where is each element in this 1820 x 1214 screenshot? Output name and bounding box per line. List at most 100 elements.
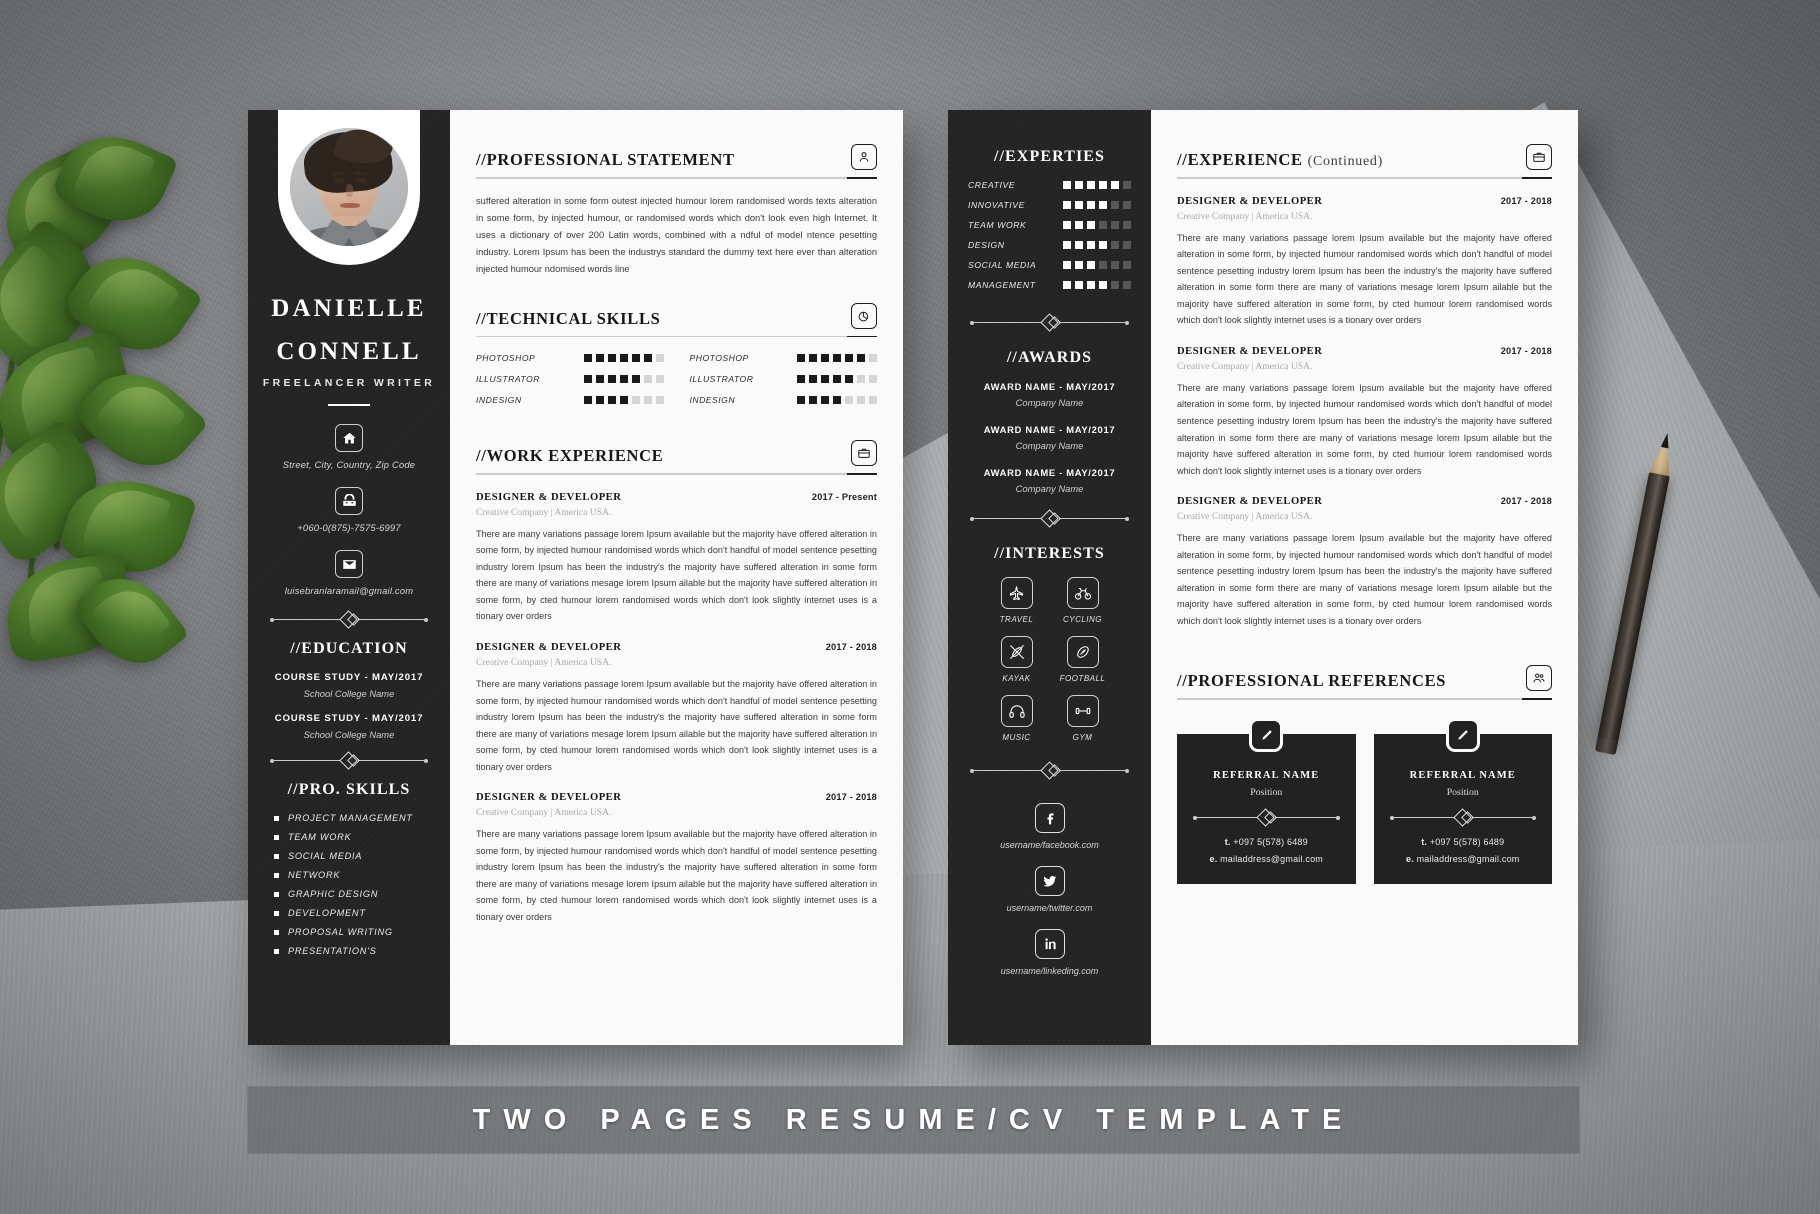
- divider-skills: [248, 751, 450, 770]
- users-icon: [1526, 665, 1552, 692]
- plane-icon: [1000, 577, 1033, 609]
- social-item-twitter[interactable]: username/twitter.com: [948, 866, 1151, 913]
- card-divider: [1389, 808, 1536, 827]
- list-item: DEVELOPMENT: [248, 908, 450, 918]
- divider-awards: [948, 313, 1151, 332]
- contact-item-home[interactable]: Street, City, Country, Zip Code: [248, 424, 450, 470]
- profile-last-name: CONNELL: [276, 338, 422, 365]
- experties-row: CREATIVE: [948, 180, 1151, 190]
- experties-row: MANAGEMENT: [948, 280, 1151, 290]
- interest-item-travel[interactable]: TRAVEL: [993, 577, 1041, 624]
- facebook-icon: [1034, 803, 1065, 833]
- education-course: COURSE STUDY - MAY/2017: [274, 672, 424, 683]
- bullet-icon: [274, 853, 279, 859]
- section-rule: [1177, 177, 1552, 179]
- page2-sidebar: //EXPERTIES CREATIVE INNOVATIVE TEAM WOR…: [948, 110, 1151, 1045]
- job-description: There are many variations passage lorem …: [476, 679, 877, 772]
- job-description: There are many variations passage lorem …: [476, 829, 877, 923]
- experties-row: SOCIAL MEDIA: [948, 260, 1151, 270]
- page1-main: //PROFESSIONAL STATEMENT suffered altera…: [450, 110, 903, 1045]
- experties-row: TEAM WORK: [948, 220, 1151, 230]
- section-rule: [1177, 698, 1552, 701]
- bullet-icon: [274, 910, 279, 916]
- list-item: PROJECT MANAGEMENT: [248, 813, 450, 823]
- education-list: COURSE STUDY - MAY/2017 School College N…: [248, 672, 450, 740]
- work-experience-title: //WORK EXPERIENCE: [476, 446, 664, 466]
- interest-item-football[interactable]: FOOTBALL: [1059, 636, 1107, 683]
- job-company: Creative Company | America USA.: [476, 506, 612, 518]
- social-item-linkedin[interactable]: username/linkeding.com: [948, 929, 1151, 976]
- contact-item-email[interactable]: luisebranlaramail@gmail.com: [248, 550, 450, 596]
- rating-pips: [1063, 261, 1131, 269]
- rating-pips: [1063, 181, 1131, 189]
- bullet-icon: [274, 948, 279, 954]
- twitter-icon: [1034, 866, 1065, 896]
- rating-pips: [797, 354, 877, 363]
- list-item: SOCIAL MEDIA: [248, 851, 450, 861]
- page2-main: //EXPERIENCE (Continued) DESIGNER & DEVE…: [1151, 110, 1578, 1045]
- page1-sidebar: DANIELLE CONNELL FREELANCER WRITER Stree…: [248, 110, 450, 1045]
- reference-card: REFERRAL NAME Position t. +097 5(578) 64…: [1373, 718, 1552, 885]
- social-list: username/facebook.com username/twitter.c…: [948, 803, 1151, 976]
- experties-row: DESIGN: [948, 240, 1151, 250]
- experties-title: //EXPERTIES: [993, 148, 1106, 165]
- rating-pips: [1063, 241, 1131, 249]
- mail-icon: [335, 550, 363, 578]
- banner-text: TWO PAGES RESUME/CV TEMPLATE: [472, 1103, 1355, 1136]
- skill-row: INDESIGN: [690, 395, 877, 405]
- job-company: Creative Company | America USA.: [476, 807, 612, 819]
- contact-email: luisebranlaramail@gmail.com: [284, 585, 414, 596]
- page-title: //PROFESSIONAL STATEMENT: [476, 150, 735, 169]
- bullet-icon: [274, 929, 279, 935]
- job-company: Creative Company | America USA.: [476, 657, 612, 668]
- education-school: School College Name: [303, 688, 395, 699]
- job-company: Creative Company | America USA.: [1177, 511, 1313, 523]
- references-title: //PROFESSIONAL REFERENCES: [1177, 671, 1447, 691]
- rating-pips: [1063, 281, 1131, 289]
- resume-page-2[interactable]: //EXPERTIES CREATIVE INNOVATIVE TEAM WOR…: [948, 110, 1578, 1045]
- skill-row: ILLUSTRATOR: [690, 374, 877, 384]
- social-item-facebook[interactable]: username/facebook.com: [948, 803, 1151, 850]
- education-school: School College Name: [303, 729, 395, 740]
- contact-item-phone[interactable]: +060-0(875)-7575-6997: [248, 487, 450, 533]
- contact-phone: +060-0(875)-7575-6997: [297, 522, 401, 533]
- list-item: GRAPHIC DESIGN: [248, 889, 450, 899]
- card-divider: [1193, 808, 1340, 827]
- job-company: Creative Company | America USA.: [1177, 360, 1313, 372]
- resume-page-1[interactable]: DANIELLE CONNELL FREELANCER WRITER Stree…: [248, 110, 903, 1045]
- skill-row: PHOTOSHOP: [690, 353, 877, 363]
- pro-skills-list: PROJECT MANAGEMENT TEAM WORK SOCIAL MEDI…: [248, 813, 450, 956]
- list-item: TEAM WORK: [248, 832, 450, 842]
- bullet-icon: [274, 891, 279, 897]
- experties-row: INNOVATIVE: [948, 200, 1151, 210]
- interest-item-kayak[interactable]: KAYAK: [993, 636, 1041, 683]
- education-title: //EDUCATION: [290, 640, 408, 657]
- job-entry: DESIGNER & DEVELOPER 2017 - Present Creat…: [476, 492, 877, 625]
- reference-phone: t. +097 5(578) 6489: [1224, 837, 1308, 848]
- awards-list: AWARD NAME - MAY/2017 Company Name AWARD…: [948, 381, 1151, 494]
- section-rule: [476, 473, 877, 475]
- interest-item-gym[interactable]: GYM: [1059, 695, 1107, 742]
- interests-grid: TRAVEL CYCLING KAYAK FOOTBALL MUSIC GYM: [948, 577, 1151, 742]
- profile-role: FREELANCER WRITER: [262, 377, 436, 389]
- skill-row: PHOTOSHOP: [476, 353, 664, 363]
- job-description: There are many variations passage lorem …: [476, 528, 877, 622]
- skill-row: ILLUSTRATOR: [476, 374, 664, 384]
- pen-icon: [1249, 718, 1284, 753]
- work-experience-section: //WORK EXPERIENCE DESIGNER & DEVELOPER 20…: [476, 440, 877, 925]
- experties-list: CREATIVE INNOVATIVE TEAM WORK DESIGN SOC…: [948, 180, 1151, 290]
- profile-photo-area: [248, 110, 450, 280]
- experience-title: //EXPERIENCE (Continued): [1177, 150, 1383, 170]
- interests-title: //INTERESTS: [994, 545, 1105, 562]
- interest-item-music[interactable]: MUSIC: [993, 695, 1041, 742]
- rating-pips: [583, 375, 664, 384]
- avatar: [290, 128, 408, 246]
- awards-title: //AWARDS: [1006, 349, 1093, 366]
- technical-skills-title: //TECHNICAL SKILLS: [476, 308, 661, 328]
- linkedin-icon: [1034, 929, 1065, 959]
- job-entry: DESIGNER & DEVELOPER 2017 - 2018 Creative…: [1177, 346, 1552, 479]
- contact-address: Street, City, Country, Zip Code: [282, 459, 416, 470]
- reference-phone: t. +097 5(578) 6489: [1421, 837, 1505, 848]
- interest-item-cycling[interactable]: CYCLING: [1059, 577, 1107, 624]
- list-item: NETWORK: [248, 870, 450, 880]
